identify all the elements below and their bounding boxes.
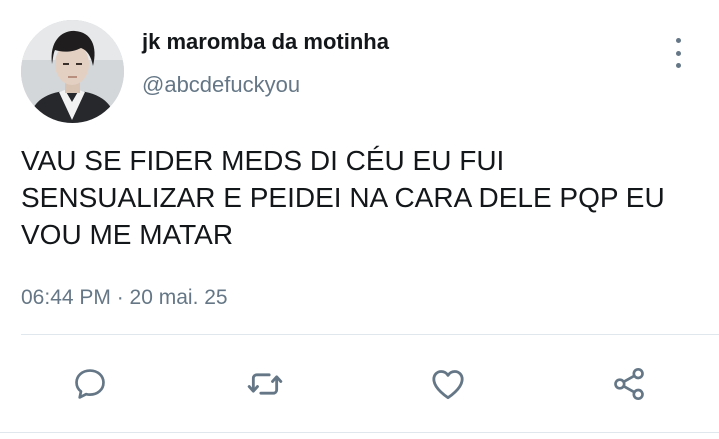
avatar-image xyxy=(21,20,124,123)
user-handle[interactable]: @abcdefuckyou xyxy=(142,72,300,98)
tweet-text-line: SENSUALIZAR E PEIDEI NA CARA DELE PQP EU xyxy=(21,182,665,213)
display-name[interactable]: jk maromba da motinha xyxy=(142,29,389,55)
divider xyxy=(21,334,719,335)
action-bar xyxy=(0,364,719,404)
tweet-text: VAU SE FIDER MEDS DI CÉU EU FUI SENSUALI… xyxy=(21,142,701,253)
tweet-timestamp[interactable]: 06:44 PM · 20 mai. 25 xyxy=(21,286,228,310)
retweet-button[interactable] xyxy=(245,364,285,404)
tweet-text-line: VAU SE FIDER MEDS DI CÉU EU FUI xyxy=(21,145,505,176)
share-icon xyxy=(614,368,644,401)
bottom-divider xyxy=(0,432,719,433)
avatar[interactable] xyxy=(21,20,124,123)
tweet-text-line: VOU ME MATAR xyxy=(21,219,234,250)
retweet-icon xyxy=(247,373,283,395)
more-options-icon[interactable] xyxy=(664,36,692,70)
reply-button[interactable] xyxy=(70,364,110,404)
more-dot xyxy=(675,63,681,68)
like-button[interactable] xyxy=(428,364,468,404)
share-button[interactable] xyxy=(609,364,649,404)
tweet-card: jk maromba da motinha @abcdefuckyou VAU … xyxy=(0,0,719,439)
heart-icon xyxy=(432,370,464,400)
reply-icon xyxy=(75,369,105,399)
more-dot xyxy=(675,38,681,43)
more-dot xyxy=(675,50,681,56)
